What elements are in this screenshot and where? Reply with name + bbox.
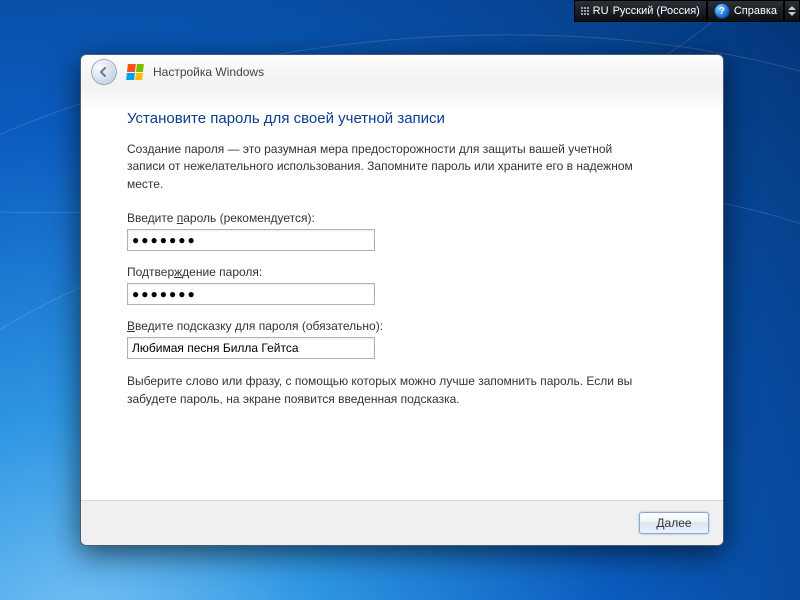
language-selector[interactable]: RU Русский (Россия) <box>574 0 707 22</box>
window-header: Настройка Windows <box>81 55 723 90</box>
window-body: Установите пароль для своей учетной запи… <box>81 90 723 500</box>
hint-description: Выберите слово или фразу, с помощью кото… <box>127 373 647 408</box>
password-field-group: Введите пароль (рекомендуется): <box>127 211 677 251</box>
tray-expand-button[interactable] <box>784 0 800 22</box>
keyboard-grip-icon <box>581 7 589 15</box>
chevron-up-icon <box>788 6 796 10</box>
help-label: Справка <box>734 5 777 17</box>
desktop: RU Русский (Россия) ? Справка Настройка … <box>0 0 800 600</box>
window-footer: Далее <box>81 500 723 545</box>
confirm-password-label: Подтверждение пароля: <box>127 265 677 279</box>
password-input[interactable] <box>127 229 375 251</box>
back-arrow-icon <box>97 65 111 79</box>
language-code: RU <box>593 5 609 17</box>
password-hint-label: Введите подсказку для пароля (обязательн… <box>127 319 677 333</box>
confirm-password-input[interactable] <box>127 283 375 305</box>
page-description: Создание пароля — это разумная мера пред… <box>127 141 647 193</box>
chevron-down-icon <box>788 12 796 16</box>
confirm-password-field-group: Подтверждение пароля: <box>127 265 677 305</box>
password-hint-input[interactable] <box>127 337 375 359</box>
window-title: Настройка Windows <box>153 65 264 79</box>
setup-topbar: RU Русский (Россия) ? Справка <box>574 0 800 22</box>
password-hint-field-group: Введите подсказку для пароля (обязательн… <box>127 319 677 359</box>
language-name: Русский (Россия) <box>613 5 700 17</box>
help-button[interactable]: ? Справка <box>707 0 784 22</box>
password-label: Введите пароль (рекомендуется): <box>127 211 677 225</box>
back-button[interactable] <box>91 59 117 85</box>
page-title: Установите пароль для своей учетной запи… <box>127 110 677 127</box>
help-icon: ? <box>714 3 730 19</box>
windows-logo-icon <box>126 64 144 80</box>
next-button[interactable]: Далее <box>639 512 709 534</box>
setup-window: Настройка Windows Установите пароль для … <box>80 54 724 546</box>
